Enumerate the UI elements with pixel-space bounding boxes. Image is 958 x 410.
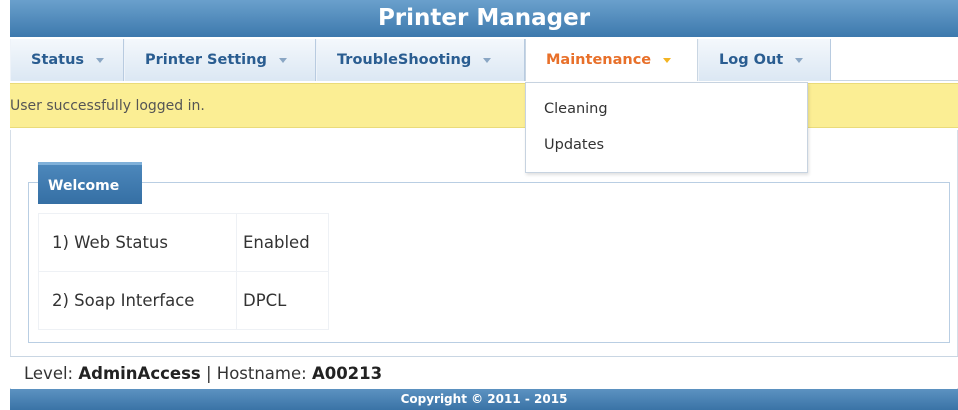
maintenance-dropdown-menu: Cleaning Updates xyxy=(525,82,808,173)
status-bar: Level: AdminAccess | Hostname: A00213 xyxy=(10,356,958,388)
tab-troubleshooting[interactable]: TroubleShooting xyxy=(316,39,525,81)
copyright-text: Copyright © 2011 - 2015 xyxy=(400,392,568,406)
web-status-value: Enabled xyxy=(236,213,329,272)
tab-log-out-label: Log Out xyxy=(719,52,784,68)
tab-printer-setting-label: Printer Setting xyxy=(145,52,267,68)
app-header: Printer Manager xyxy=(10,0,958,37)
chevron-down-icon xyxy=(96,57,105,63)
hostname-label: Hostname: xyxy=(216,364,307,383)
footer: Copyright © 2011 - 2015 xyxy=(10,389,958,410)
app-title: Printer Manager xyxy=(377,5,591,31)
web-status-label: 1) Web Status xyxy=(38,213,237,272)
main-navbar: Status Printer Setting TroubleShooting M… xyxy=(10,39,958,81)
chevron-down-icon xyxy=(795,57,804,63)
welcome-info-table: 1) Web Status Enabled 2) Soap Interface … xyxy=(38,213,329,330)
tab-troubleshooting-label: TroubleShooting xyxy=(337,52,472,68)
menu-item-cleaning[interactable]: Cleaning xyxy=(526,99,807,135)
level-value: AdminAccess xyxy=(78,364,201,383)
tab-maintenance[interactable]: Maintenance xyxy=(525,39,698,81)
login-alert: User successfully logged in. xyxy=(10,83,958,128)
tab-status[interactable]: Status xyxy=(10,39,124,81)
status-separator: | xyxy=(205,364,212,383)
hostname-value: A00213 xyxy=(311,364,383,383)
table-row: 1) Web Status Enabled xyxy=(38,213,329,272)
menu-item-updates[interactable]: Updates xyxy=(526,135,807,171)
level-label: Level: xyxy=(24,364,74,383)
alert-message: User successfully logged in. xyxy=(10,98,205,114)
table-row: 2) Soap Interface DPCL xyxy=(38,271,329,330)
chevron-down-icon xyxy=(278,57,287,63)
tab-maintenance-label: Maintenance xyxy=(546,52,652,68)
tab-log-out[interactable]: Log Out xyxy=(698,39,831,81)
soap-interface-label: 2) Soap Interface xyxy=(38,271,237,330)
soap-interface-value: DPCL xyxy=(236,271,329,330)
chevron-down-icon xyxy=(483,57,492,63)
tab-status-label: Status xyxy=(31,52,85,68)
tab-printer-setting[interactable]: Printer Setting xyxy=(124,39,316,81)
welcome-panel-title: Welcome xyxy=(38,162,142,204)
chevron-down-icon xyxy=(663,57,672,63)
